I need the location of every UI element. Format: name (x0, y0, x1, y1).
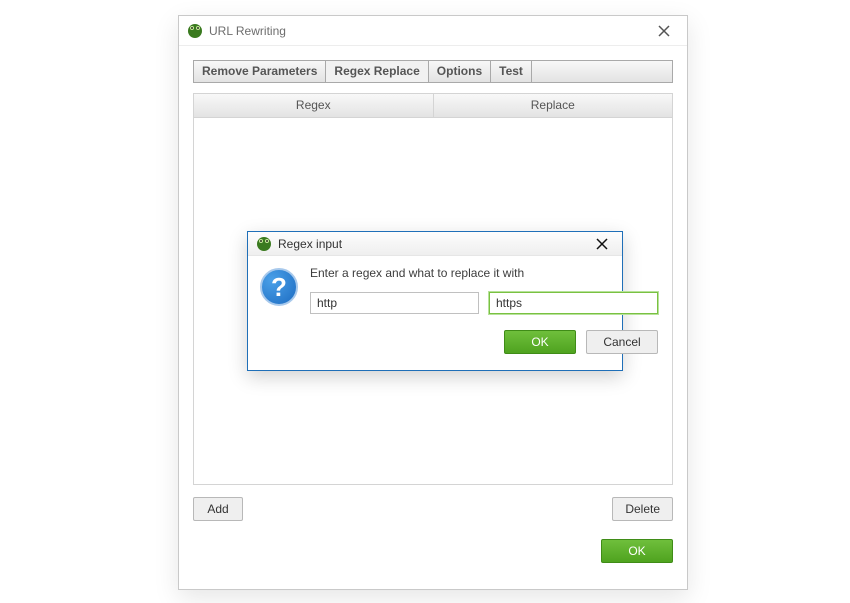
tab-remove-parameters[interactable]: Remove Parameters (194, 61, 326, 82)
window-title: URL Rewriting (209, 24, 643, 38)
dialog-inputs (310, 292, 658, 314)
table-headers: Regex Replace (194, 94, 672, 118)
window-ok-button[interactable]: OK (601, 539, 673, 563)
close-icon (596, 238, 608, 250)
dialog-cancel-button[interactable]: Cancel (586, 330, 658, 354)
window-ok-row: OK (193, 539, 673, 563)
regex-input[interactable] (310, 292, 479, 314)
tab-strip-filler (532, 61, 672, 82)
dialog-close-button[interactable] (590, 232, 614, 256)
dialog-buttons: OK Cancel (310, 330, 658, 354)
add-button[interactable]: Add (193, 497, 243, 521)
tab-regex-replace[interactable]: Regex Replace (326, 61, 428, 82)
app-icon (187, 23, 203, 39)
col-regex[interactable]: Regex (194, 94, 434, 117)
tab-strip: Remove Parameters Regex Replace Options … (193, 60, 673, 83)
dialog-title: Regex input (278, 237, 584, 251)
tab-options[interactable]: Options (429, 61, 491, 82)
window-close-button[interactable] (649, 16, 679, 46)
titlebar: URL Rewriting (179, 16, 687, 46)
question-icon: ? (260, 268, 298, 306)
dialog-ok-button[interactable]: OK (504, 330, 576, 354)
tab-test[interactable]: Test (491, 61, 532, 82)
delete-button[interactable]: Delete (612, 497, 673, 521)
regex-input-dialog: Regex input ? Enter a regex and what to … (247, 231, 623, 371)
dialog-titlebar: Regex input (248, 232, 622, 256)
replace-input[interactable] (489, 292, 658, 314)
dialog-prompt: Enter a regex and what to replace it wit… (310, 266, 658, 280)
dialog-form: Enter a regex and what to replace it wit… (310, 266, 658, 354)
col-replace[interactable]: Replace (434, 94, 673, 117)
table-button-row: Add Delete (193, 497, 673, 521)
close-icon (658, 25, 670, 37)
dialog-body: ? Enter a regex and what to replace it w… (248, 256, 622, 366)
app-icon (256, 236, 272, 252)
